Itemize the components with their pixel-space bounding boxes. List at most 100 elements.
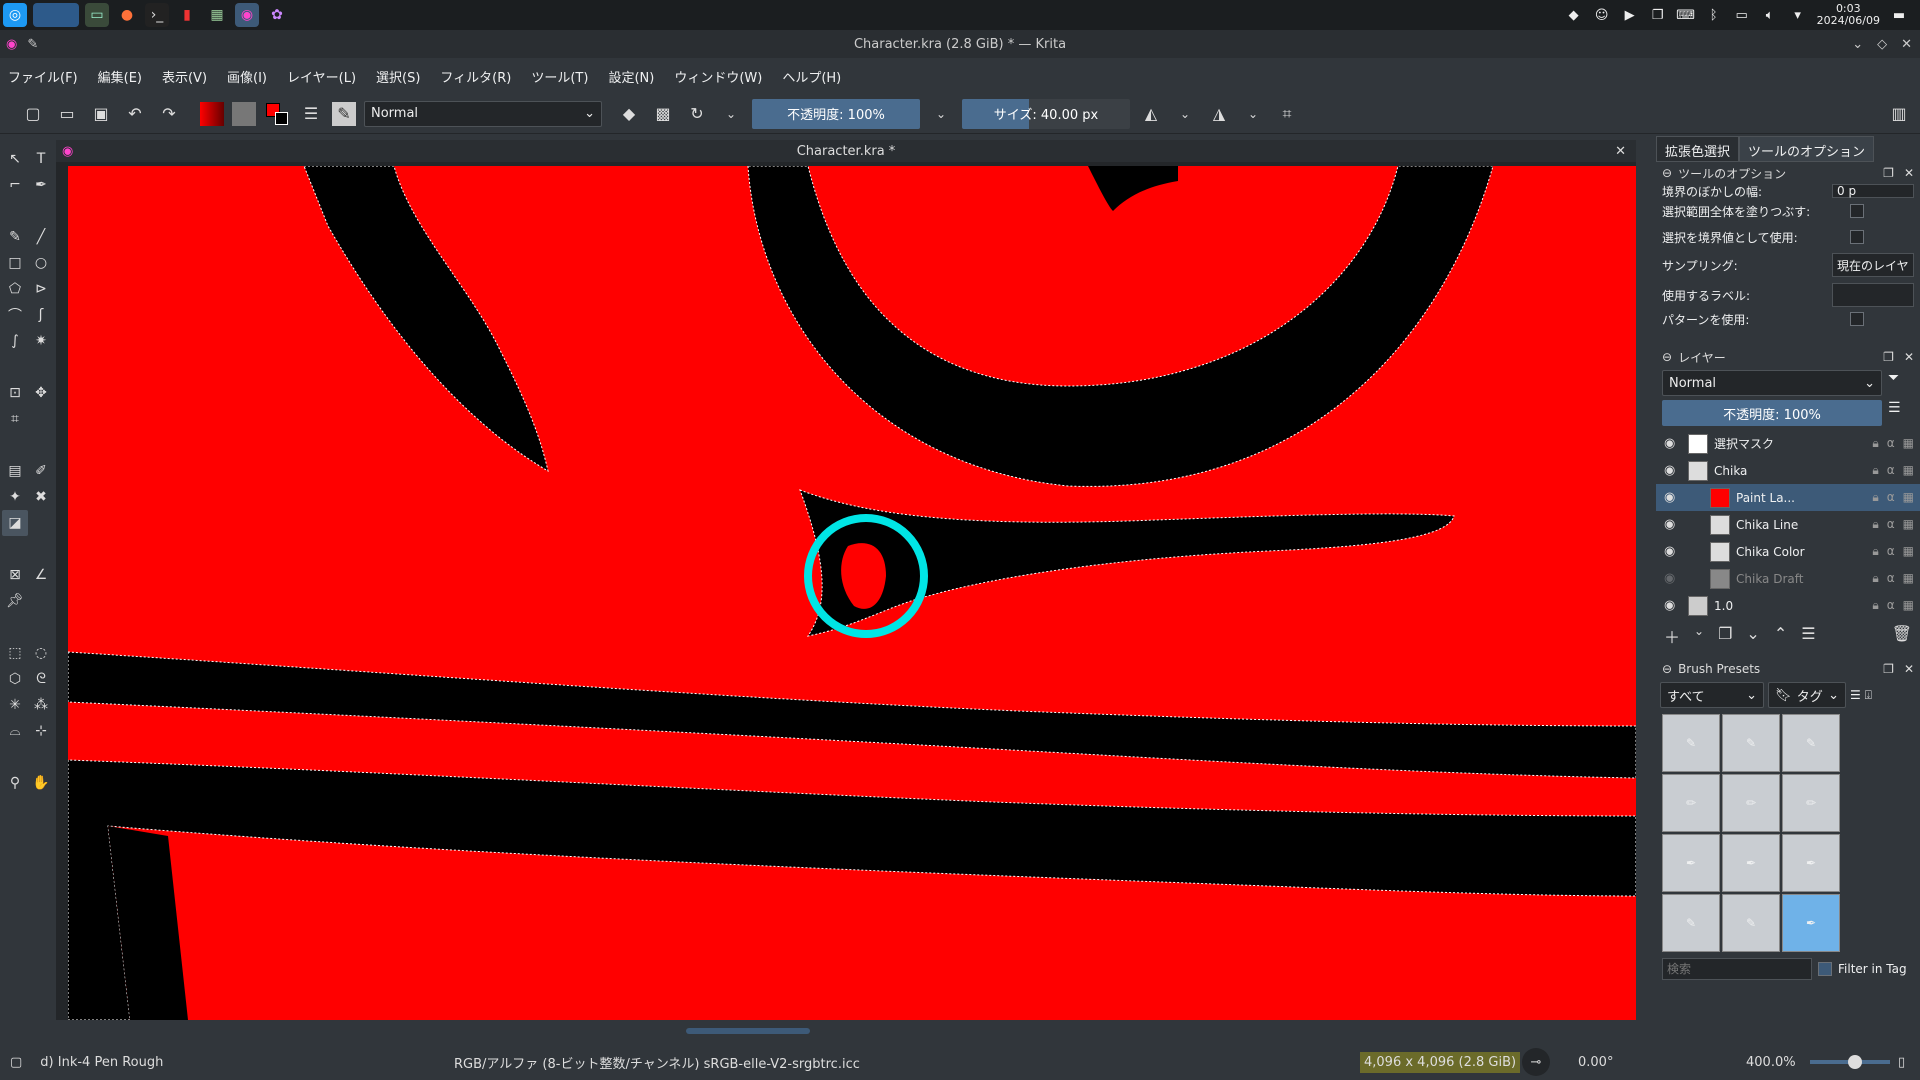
file-manager-icon[interactable]: ▭: [85, 3, 109, 27]
close-icon[interactable]: ✕: [1615, 144, 1626, 159]
reference-tool-icon[interactable]: 📌︎: [2, 588, 28, 614]
color-swatch-icon[interactable]: [264, 101, 290, 127]
eraser-icon[interactable]: ◆: [616, 101, 642, 127]
notification-icon[interactable]: ◆: [1565, 6, 1583, 24]
layer-row[interactable]: ◉ 1.0 🔒︎ α ▦: [1656, 592, 1920, 619]
desktop-switcher-icon[interactable]: [33, 3, 79, 27]
document-tab[interactable]: ◉ Character.kra * ✕: [56, 140, 1636, 162]
menu-item[interactable]: ヘルプ(H): [782, 67, 841, 86]
fill-tool-icon[interactable]: ◪: [2, 510, 28, 536]
ellipse-tool-icon[interactable]: ○: [28, 250, 54, 276]
menu-item[interactable]: 編集(E): [98, 67, 142, 86]
open-file-icon[interactable]: ▭: [54, 101, 80, 127]
calligraphy-tool-icon[interactable]: ✒: [28, 172, 54, 198]
brush-preset-icon[interactable]: ✎: [332, 101, 356, 126]
size-slider[interactable]: サイズ: 40.00 px: [962, 98, 1130, 129]
colorize-mask-tool-icon[interactable]: ✖: [28, 484, 54, 510]
inherit-alpha-icon[interactable]: ▦: [1903, 436, 1914, 451]
pattern-checkbox[interactable]: [1850, 312, 1864, 326]
filter-in-tag-checkbox[interactable]: [1818, 962, 1832, 976]
menu-item[interactable]: ファイル(F): [8, 67, 78, 86]
bezier-tool-icon[interactable]: ⌒: [2, 302, 28, 328]
freehand-select-tool-icon[interactable]: ᘓ: [28, 666, 54, 692]
menu-item[interactable]: ウィンドウ(W): [674, 67, 762, 86]
opacity-slider[interactable]: 不透明度: 100%: [752, 98, 920, 129]
volume-icon[interactable]: 🔈︎: [1761, 6, 1779, 24]
layer-blend-select[interactable]: Normal ⌄: [1662, 370, 1882, 396]
sampling-select[interactable]: 現在のレイヤ: [1832, 253, 1914, 277]
view-mode-icon[interactable]: ☰: [1850, 688, 1861, 702]
expand-tray-icon[interactable]: ▾: [1789, 6, 1807, 24]
inherit-alpha-icon[interactable]: ▦: [1903, 490, 1914, 505]
fill-selection-checkbox[interactable]: [1850, 204, 1864, 218]
layer-row[interactable]: ◉ Chika Color 🔒︎ α ▦: [1656, 538, 1920, 565]
feather-input[interactable]: 0 p: [1832, 184, 1914, 198]
keyboard-icon[interactable]: ⌨: [1676, 6, 1695, 24]
close-icon[interactable]: ✕: [1904, 166, 1914, 180]
move-tool-icon[interactable]: ✥: [28, 380, 54, 406]
chevron-down-icon[interactable]: ⌄: [1694, 624, 1704, 648]
menu-item[interactable]: 画像(I): [227, 67, 267, 86]
inherit-alpha-icon[interactable]: ▦: [1903, 544, 1914, 559]
dynamic-brush-tool-icon[interactable]: ∫: [2, 328, 28, 354]
app-grid-icon[interactable]: ▦: [205, 3, 229, 27]
brush-preset[interactable]: ✏: [1662, 774, 1720, 832]
kde-icon[interactable]: ◎: [3, 3, 27, 27]
eye-icon[interactable]: ◉: [1664, 517, 1680, 532]
move-layer-up-icon[interactable]: ⌃: [1774, 624, 1787, 648]
labels-select[interactable]: [1832, 283, 1914, 307]
text-tool-icon[interactable]: T: [28, 146, 54, 172]
brush-preset[interactable]: ✎: [1662, 714, 1720, 772]
horizontal-scrollbar[interactable]: [686, 1028, 810, 1034]
wrap-around-icon[interactable]: ⌗: [1274, 101, 1300, 127]
alpha-lock-icon[interactable]: α: [1887, 571, 1895, 586]
save-icon[interactable]: ▣: [88, 101, 114, 127]
chevron-down-icon[interactable]: ⌄: [1172, 101, 1198, 127]
reload-preset-icon[interactable]: ↻: [684, 101, 710, 127]
lock-icon[interactable]: ⊖: [1662, 166, 1672, 180]
close-icon[interactable]: ✕: [1904, 662, 1914, 676]
brush-settings-icon[interactable]: ☰: [298, 101, 324, 127]
menu-icon[interactable]: ☰: [1888, 400, 1901, 426]
layer-row[interactable]: ◉ Chika Line 🔒︎ α ▦: [1656, 511, 1920, 538]
measure-tool-icon[interactable]: ∠: [28, 562, 54, 588]
brush-preset[interactable]: ✒: [1662, 834, 1720, 892]
contiguous-select-tool-icon[interactable]: ✳: [2, 692, 28, 718]
transform-tool-icon[interactable]: ⊡: [2, 380, 28, 406]
menu-item[interactable]: フィルタ(R): [440, 67, 511, 86]
brush-preset[interactable]: ✎: [1782, 714, 1840, 772]
layer-row[interactable]: ◉ Paint La... 🔒︎ α ▦: [1656, 484, 1920, 511]
lock-icon[interactable]: ⊖: [1662, 662, 1672, 676]
gradient-icon[interactable]: [200, 101, 224, 126]
tab-extended-color-selector[interactable]: 拡張色選択: [1656, 136, 1740, 162]
delete-layer-icon[interactable]: 🗑︎: [1892, 624, 1912, 648]
color-picker-tool-icon[interactable]: ✐: [28, 458, 54, 484]
close-icon[interactable]: ✕: [1904, 350, 1914, 364]
pin-icon[interactable]: ✎: [27, 37, 38, 52]
chevron-down-icon[interactable]: ⌄: [928, 101, 954, 127]
alpha-lock-icon[interactable]: α: [1887, 490, 1895, 505]
similar-select-tool-icon[interactable]: ⁂: [28, 692, 54, 718]
media-icon[interactable]: ▶: [1621, 6, 1639, 24]
magnetic-select-tool-icon[interactable]: ⊹: [28, 718, 54, 744]
brush-preset[interactable]: ✒: [1722, 834, 1780, 892]
lock-icon[interactable]: 🔒︎: [1872, 517, 1878, 532]
brush-preset[interactable]: ✒: [1782, 834, 1840, 892]
gradient-tool-icon[interactable]: ▤: [2, 458, 28, 484]
display-icon[interactable]: ▭: [1733, 6, 1751, 24]
brush-filter-select[interactable]: すべて ⌄: [1660, 682, 1764, 708]
lock-icon[interactable]: 🔒︎: [1872, 544, 1878, 559]
rect-select-tool-icon[interactable]: ⬚: [2, 640, 28, 666]
duplicate-layer-icon[interactable]: ❐: [1718, 624, 1732, 648]
lock-icon[interactable]: 🔒︎: [1872, 598, 1878, 613]
inherit-alpha-icon[interactable]: ▦: [1903, 463, 1914, 478]
multibrush-tool-icon[interactable]: ✷: [28, 328, 54, 354]
maximize-icon[interactable]: ◇: [1877, 37, 1887, 52]
crop-tool-icon[interactable]: ⌗: [2, 406, 28, 432]
tag-select[interactable]: 🔖︎ タグ ⌄: [1768, 682, 1846, 708]
close-icon[interactable]: ✕: [1901, 37, 1912, 52]
menu-item[interactable]: ツール(T): [531, 67, 588, 86]
chevron-down-icon[interactable]: ⌄: [1240, 101, 1266, 127]
lock-icon[interactable]: 🔒︎: [1872, 436, 1878, 451]
discord-icon[interactable]: ☺: [1593, 6, 1611, 24]
